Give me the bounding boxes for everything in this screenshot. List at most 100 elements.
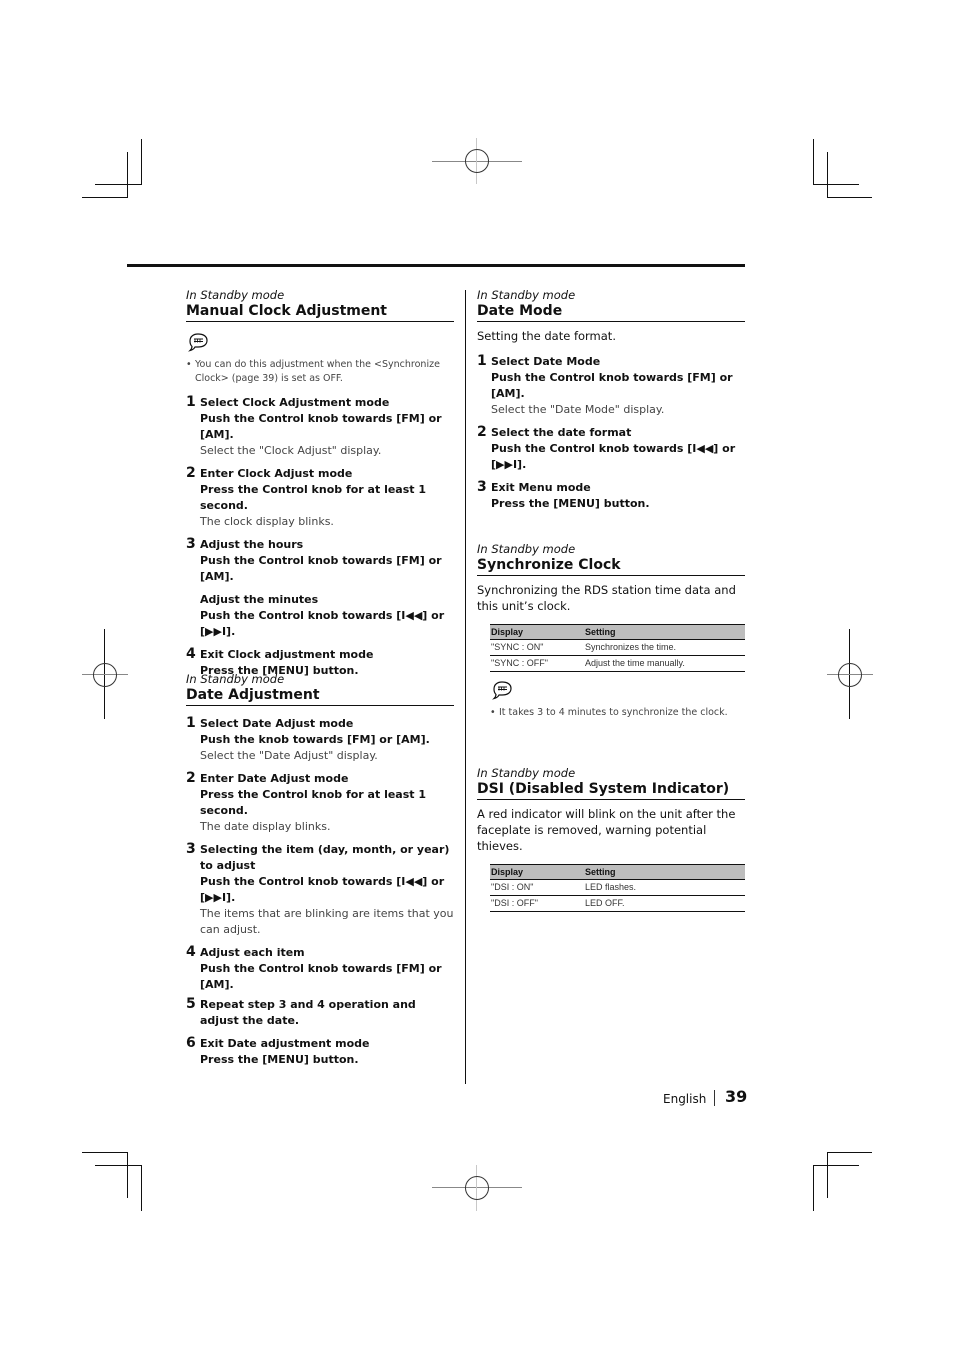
step-action: Press the [MENU] button. <box>200 1053 359 1066</box>
step-title: Repeat step 3 and 4 operation and adjust… <box>200 998 416 1027</box>
step-title: Adjust each item <box>200 946 305 959</box>
step-title: Selecting the item (day, month, or year)… <box>200 843 450 872</box>
step-2: 2 Enter Clock Adjust mode Press the Cont… <box>186 465 454 530</box>
section-intro: A red indicator will blink on the unit a… <box>477 807 736 853</box>
step-result: The clock display blinks. <box>200 515 334 528</box>
table-row: "SYNC : OFF" Adjust the time manually. <box>490 655 745 672</box>
substep-title: Adjust the minutes <box>200 593 319 606</box>
step-5: 5 Repeat step 3 and 4 operation and adju… <box>186 996 454 1029</box>
step-number: 6 <box>186 1035 196 1051</box>
step-3: 3 Exit Menu mode Press the [MENU] button… <box>477 479 745 512</box>
step-action: Push the Control knob towards [FM] or [A… <box>200 412 442 441</box>
step-number: 2 <box>186 465 196 481</box>
step-title: Exit Date adjustment mode <box>200 1037 370 1050</box>
step-2: 2 Select the date format Push the Contro… <box>477 424 745 473</box>
cell-display: "SYNC : OFF" <box>490 655 584 672</box>
note-content: It takes 3 to 4 minutes to synchronize t… <box>499 707 728 718</box>
step-number: 1 <box>186 715 196 731</box>
step-action: Push the Control knob towards [FM] or [A… <box>200 962 442 991</box>
column-header-display: Display <box>490 624 584 640</box>
cell-setting: LED OFF. <box>584 895 745 912</box>
table-row: "SYNC : ON" Synchronizes the time. <box>490 639 745 656</box>
page-number: 39 <box>725 1087 748 1106</box>
step-1: 1 Select Clock Adjustment mode Push the … <box>186 394 454 459</box>
substep-action: Push the Control knob towards [I◀◀] or [… <box>200 609 445 638</box>
dsi-settings-table: Display Setting "DSI : ON" LED flashes. … <box>490 864 745 912</box>
step-6: 6 Exit Date adjustment mode Press the [M… <box>186 1035 454 1068</box>
cell-setting: LED flashes. <box>584 879 745 896</box>
cell-setting: Synchronizes the time. <box>584 639 745 656</box>
step-action: Push the Control knob towards [FM] or [A… <box>200 554 442 583</box>
bullet: • <box>186 359 192 370</box>
step-number: 4 <box>186 944 196 960</box>
step-number: 1 <box>477 353 487 369</box>
step-action: Press the [MENU] button. <box>491 497 650 510</box>
step-action: Press the Control knob for at least 1 se… <box>200 788 427 817</box>
section-title: Date Adjustment <box>186 686 454 706</box>
table-row: "DSI : ON" LED flashes. <box>490 879 745 896</box>
section-title: Synchronize Clock <box>477 556 745 576</box>
section-context: In Standby mode <box>477 542 576 556</box>
step-3: 3 Selecting the item (day, month, or yea… <box>186 841 454 938</box>
section-synchronize-clock: In Standby mode Synchronize Clock Synchr… <box>477 542 745 720</box>
step-3: 3 Adjust the hours Push the Control knob… <box>186 536 454 640</box>
section-intro: Setting the date format. <box>477 329 616 343</box>
step-number: 1 <box>186 394 196 410</box>
section-context: In Standby mode <box>477 288 576 302</box>
step-number: 3 <box>477 479 487 495</box>
table-row: "DSI : OFF" LED OFF. <box>490 895 745 912</box>
step-result: Select the "Date Mode" display. <box>491 403 665 416</box>
step-action: Push the Control knob towards [I◀◀] or [… <box>491 442 736 471</box>
step-title: Exit Clock adjustment mode <box>200 648 374 661</box>
step-number: 3 <box>186 536 196 552</box>
sync-settings-table: Display Setting "SYNC : ON" Synchronizes… <box>490 624 745 672</box>
step-title: Enter Clock Adjust mode <box>200 467 353 480</box>
section-context: In Standby mode <box>477 766 576 780</box>
note-text: • You can do this adjustment when the <S… <box>186 358 454 386</box>
section-date-adjustment: In Standby mode Date Adjustment 1 Select… <box>186 672 454 1068</box>
step-action: Push the Control knob towards [I◀◀] or [… <box>200 875 445 904</box>
step-1: 1 Select Date Mode Push the Control knob… <box>477 353 745 418</box>
table-header-row: Display Setting <box>490 864 745 880</box>
step-title: Select the date format <box>491 426 632 439</box>
step-action: Push the Control knob towards [FM] or [A… <box>491 371 733 400</box>
cell-display: "SYNC : ON" <box>490 639 584 656</box>
section-intro: Synchronizing the RDS station time data … <box>477 583 736 613</box>
step-action: Push the knob towards [FM] or [AM]. <box>200 733 430 746</box>
section-title: DSI (Disabled System Indicator) <box>477 780 745 800</box>
section-title: Manual Clock Adjustment <box>186 302 454 322</box>
section-date-mode: In Standby mode Date Mode Setting the da… <box>477 288 745 512</box>
step-number: 2 <box>477 424 487 440</box>
step-number: 4 <box>186 646 196 662</box>
column-header-display: Display <box>490 864 584 880</box>
note-content: You can do this adjustment when the <Syn… <box>195 359 440 384</box>
step-title: Exit Menu mode <box>491 481 591 494</box>
header-rule <box>127 264 745 267</box>
section-dsi: In Standby mode DSI (Disabled System Ind… <box>477 766 745 912</box>
step-title: Select Date Adjust mode <box>200 717 354 730</box>
step-action: Press the Control knob for at least 1 se… <box>200 483 427 512</box>
step-title: Enter Date Adjust mode <box>200 772 349 785</box>
step-result: Select the "Date Adjust" display. <box>200 749 378 762</box>
step-title: Select Date Mode <box>491 355 601 368</box>
step-title: Select Clock Adjustment mode <box>200 396 390 409</box>
note-text: • It takes 3 to 4 minutes to synchronize… <box>490 706 745 720</box>
note-icon <box>492 681 512 700</box>
cell-setting: Adjust the time manually. <box>584 655 745 672</box>
note-icon <box>188 333 208 352</box>
column-header-setting: Setting <box>584 624 745 640</box>
step-result: The date display blinks. <box>200 820 331 833</box>
step-result: The items that are blinking are items th… <box>200 907 454 936</box>
step-number: 5 <box>186 996 196 1012</box>
step-title: Adjust the hours <box>200 538 304 551</box>
column-header-setting: Setting <box>584 864 745 880</box>
section-manual-clock-adjustment: In Standby mode Manual Clock Adjustment … <box>186 288 454 679</box>
cell-display: "DSI : ON" <box>490 879 584 896</box>
table-header-row: Display Setting <box>490 624 745 640</box>
footer-separator <box>714 1090 715 1106</box>
section-context: In Standby mode <box>186 672 285 686</box>
step-number: 3 <box>186 841 196 857</box>
column-divider <box>465 290 466 1084</box>
footer-language: English <box>663 1092 707 1106</box>
step-4: 4 Adjust each item Push the Control knob… <box>186 944 454 993</box>
